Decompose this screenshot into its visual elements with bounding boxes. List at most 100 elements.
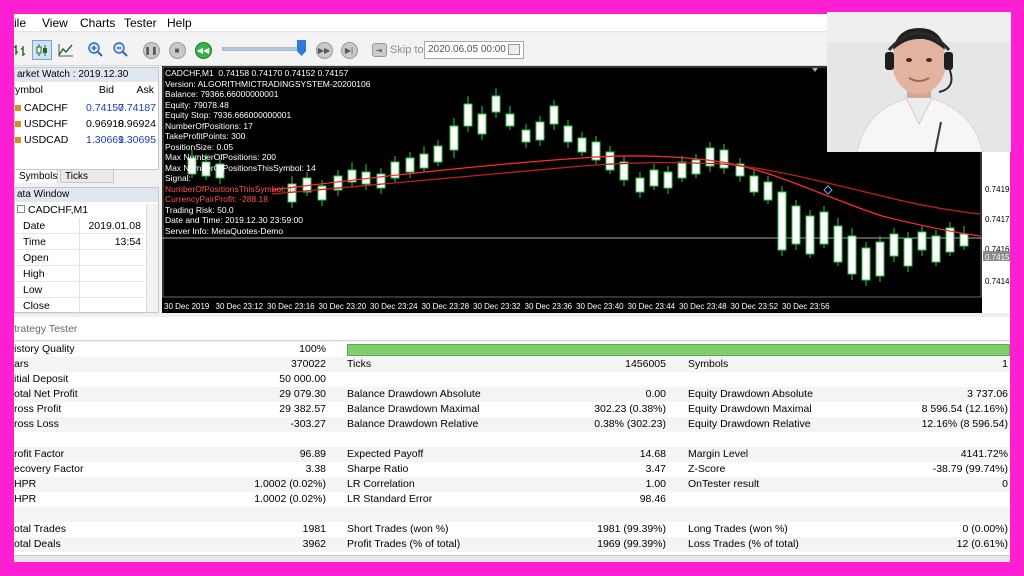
line-chart-button[interactable] [56, 40, 76, 60]
time-axis-label: 30 Dec 23:32 [473, 302, 521, 311]
candle-body [819, 211, 829, 245]
candle-body [719, 149, 729, 169]
time-axis-label: 30 Dec 23:20 [319, 302, 367, 311]
tab-ticks[interactable]: Ticks [60, 169, 114, 183]
market-row-usdchf[interactable]: USDCHF 0.96918 0.96924 [15, 116, 158, 132]
line-chart-icon [58, 44, 73, 57]
result-row: HPR 1.0002 (0.02%) LR Correlation 1.00 OnTes… [14, 477, 1010, 492]
time-axis-label: 30 Dec 23:44 [628, 302, 676, 311]
result-value: 0 (0.00%) [962, 523, 1008, 535]
candle-body [635, 177, 645, 193]
skip-to-date-input[interactable]: 2020.06.05 00:00 [424, 41, 524, 59]
chart-info-overlay: CADCHF,M1 0.74158 0.74170 0.74152 0.7415… [165, 68, 371, 236]
result-value: 96.89 [299, 448, 326, 460]
data-window-panel: ata Window CADCHF,M1 Date 2019.01.08 Time… [14, 187, 159, 314]
candle-body [663, 171, 673, 189]
bar-chart-icon [14, 45, 25, 56]
result-value: 1 [1002, 358, 1008, 370]
strategy-tester-results: istory Quality 100% ars 370022 Ticks 145600… [14, 342, 1010, 562]
data-value: 2019.01.08 [88, 220, 141, 232]
menu-charts[interactable]: Charts [80, 16, 115, 30]
stop-button[interactable]: ■ [167, 40, 187, 60]
result-value: -38.79 (99.74%) [932, 463, 1008, 475]
result-label: rofit Factor [14, 448, 65, 460]
data-row-open: Open [15, 250, 145, 266]
time-axis-label: 30 Dec 23:48 [679, 302, 727, 311]
data-row-low: Low [15, 282, 145, 298]
result-row: rofit Factor 96.89 Expected Payoff 14.68 Mar… [14, 447, 1010, 462]
bar-chart-button[interactable] [14, 40, 30, 60]
result-value: 4141.72% [960, 448, 1008, 460]
column-header-bid[interactable]: Bid [99, 84, 114, 96]
calendar-icon[interactable] [508, 44, 520, 55]
fast-forward-icon: ▶▶ [315, 41, 333, 59]
result-value: -303.27 [290, 418, 326, 430]
skip-to-label: Skip to [390, 44, 424, 56]
market-symbol: USDCAD [24, 134, 69, 146]
candle-body [433, 145, 443, 163]
candle-body [463, 103, 473, 127]
zoom-out-icon [113, 42, 128, 57]
data-window-symbol-label: CADCHF,M1 [28, 204, 89, 216]
column-divider [79, 218, 80, 234]
pause-button[interactable]: ❚❚ [141, 40, 161, 60]
collapse-icon[interactable] [17, 205, 25, 213]
result-label: Balance Drawdown Maximal [347, 403, 480, 415]
data-key: High [23, 268, 45, 280]
menu-tester[interactable]: Tester [124, 16, 157, 30]
result-value: 1.0002 (0.02%) [254, 493, 326, 505]
market-row-usdcad[interactable]: USDCAD 1.30669 1.30695 [15, 132, 158, 148]
data-value: 13:54 [114, 236, 141, 248]
data-key: Open [23, 252, 49, 264]
result-value: 1.0002 (0.02%) [254, 478, 326, 490]
candle-body [917, 231, 927, 251]
time-axis-label: 30 Dec 23:16 [267, 302, 315, 311]
result-row: ecovery Factor 3.38 Sharpe Ratio 3.47 Z-Scor… [14, 462, 1010, 477]
result-label: Loss Trades (% of total) [688, 538, 799, 550]
market-ask: 1.30695 [118, 134, 156, 146]
candle-body [791, 205, 801, 245]
candle-body [477, 113, 487, 135]
price-axis-label: 0.74190 [985, 185, 1010, 194]
price-axis-label: 0.74157 [985, 253, 1010, 262]
result-value: 1456005 [625, 358, 666, 370]
skip-end-button[interactable]: ▶| [339, 40, 359, 60]
result-row: ross Loss -303.27 Balance Drawdown Relativ… [14, 417, 1010, 432]
candle-body [419, 153, 429, 169]
candle-body [505, 113, 515, 127]
skip-to-button[interactable]: ⇥ [369, 40, 389, 60]
fast-rewind-button[interactable]: ◀◀ [193, 40, 213, 60]
presenter-image [827, 12, 1011, 152]
speed-slider-thumb[interactable] [297, 40, 306, 56]
candle-body [903, 237, 913, 267]
menu-view[interactable]: View [42, 16, 68, 30]
data-key: Time [23, 236, 46, 248]
menu-help[interactable]: Help [167, 16, 192, 30]
candlestick-chart-button[interactable] [32, 40, 52, 60]
result-label: Expected Payoff [347, 448, 424, 460]
data-key: Low [23, 284, 43, 296]
market-symbol: USDCHF [24, 118, 68, 130]
market-row-cadchf[interactable]: CADCHF 0.74157 0.74187 [15, 100, 158, 116]
column-divider [79, 266, 80, 282]
menu-file[interactable]: ile [14, 16, 26, 30]
step-forward-button[interactable]: ▶▶ [314, 40, 334, 60]
result-value: 3.38 [305, 463, 326, 475]
column-divider [79, 298, 80, 314]
speed-slider-track[interactable] [222, 47, 306, 51]
time-axis-label: 30 Dec 23:52 [731, 302, 779, 311]
result-row: otal Trades 1981 Short Trades (won %) 1981 … [14, 522, 1010, 537]
data-row-close: Close [15, 298, 145, 314]
order-marker-icon [823, 185, 833, 195]
column-header-symbol[interactable]: ymbol [15, 84, 43, 96]
zoom-out-button[interactable] [111, 40, 131, 60]
column-header-ask[interactable]: Ask [136, 84, 154, 96]
tab-symbols[interactable]: Symbols [14, 169, 58, 183]
data-window-scrollbar[interactable] [146, 204, 158, 312]
result-value: 29 382.57 [279, 403, 326, 415]
result-value: 3 737.06 [967, 388, 1008, 400]
candle-body [847, 235, 857, 275]
result-value: 370022 [290, 358, 326, 370]
result-label: Sharpe Ratio [347, 463, 409, 475]
zoom-in-button[interactable] [86, 40, 106, 60]
